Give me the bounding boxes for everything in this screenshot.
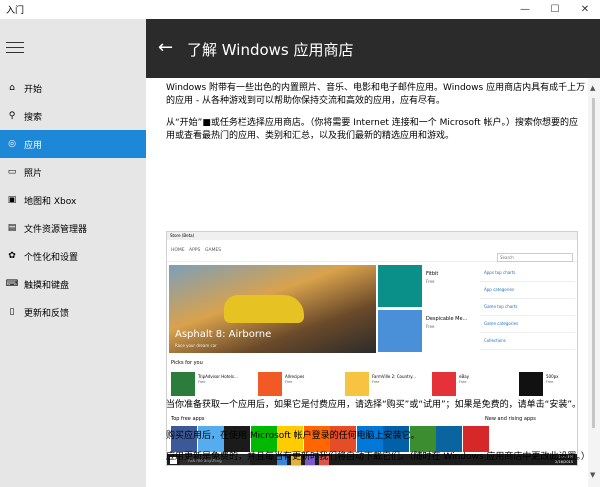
scrollbar-thumb[interactable] [592, 98, 595, 428]
app-thumbnail-icon [345, 372, 369, 396]
file-explorer-icon: ▤ [7, 223, 17, 233]
store-side-links: Apps top charts App categories Game top ch… [480, 265, 575, 353]
pick-app-card: FarmVille 2: Country... Free [345, 372, 416, 398]
free-apps-title: Top free apps [171, 416, 205, 422]
article-content: Windows 附带有一些出色的内置照片、音乐、电影和电子邮件应用。Window… [146, 78, 600, 487]
race-car-image [224, 295, 304, 323]
updates-paragraph: 应用更新是免费的，并且每当有更新时我们将自动下载它们。（随时在 Windows … [166, 452, 590, 462]
store-paragraph: 从“开始”■或任务栏选择应用商店。（你将需要 Internet 连接和一个 Mi… [166, 118, 578, 141]
apps-icon: ◎ [8, 139, 16, 149]
palette-icon: ✿ [8, 251, 16, 261]
pick-app-name: Allrecipes [285, 374, 305, 379]
scroll-up-icon[interactable]: ▲ [590, 84, 595, 92]
minimize-button[interactable]: — [510, 0, 540, 19]
back-arrow-icon[interactable]: ← [158, 37, 173, 58]
maximize-button[interactable]: ☐ [540, 0, 570, 19]
tile-price: Free [426, 324, 435, 329]
app-thumbnail-icon [171, 372, 195, 396]
pick-app-price: Free [198, 380, 206, 384]
pick-app-card: eBay Free [432, 372, 492, 398]
keyboard-icon: ⌨ [5, 279, 19, 289]
sidebar-item-3[interactable]: ▭ 照片 [0, 158, 146, 186]
pick-app-card: Allrecipes Free [258, 372, 318, 398]
sidebar-item-label: 搜索 [24, 112, 43, 123]
minion-icon [378, 310, 422, 352]
window-title: 入门 [6, 6, 25, 16]
page-title: 了解 Windows 应用商店 [187, 41, 354, 59]
sidebar: ⌂ 开始 ⚲ 搜索 ◎ 应用 ▭ 照片 ▣ 地图和 Xbox ▤ 文件资源管理器 ✿ 个性化和设置 ⌨ 触摸和… [0, 19, 146, 487]
store-hero-banner: Asphalt 8: Airborne Race your dream car [169, 265, 376, 353]
pick-app-price: Free [546, 380, 554, 384]
search-icon: ⚲ [8, 111, 16, 121]
fitbit-icon [378, 265, 422, 307]
sidebar-item-label: 照片 [24, 168, 43, 179]
photos-icon: ▭ [7, 167, 17, 177]
scroll-down-icon[interactable]: ▼ [590, 471, 595, 479]
sidebar-item-label: 地图和 Xbox [24, 196, 77, 207]
pick-app-name: eBay [459, 374, 470, 379]
pick-app-name: 500px [546, 374, 559, 379]
sidebar-item-0[interactable]: ⌂ 开始 [0, 74, 146, 102]
store-tile-fitbit: Fitbit Free [378, 265, 473, 307]
hero-subtitle: Race your dream car [175, 343, 217, 348]
store-search-box: Search [497, 253, 573, 262]
home-icon: ⌂ [9, 83, 15, 93]
tile-name: Fitbit [426, 271, 439, 277]
vertical-scrollbar[interactable]: ▲ ▼ [588, 78, 600, 487]
install-paragraph: 当你准备获取一个应用后，如果它是付费应用，请选择“购买”或“试用”；如果是免费的… [166, 400, 581, 410]
store-tile-despicable: Despicable Me... Free [378, 310, 473, 352]
sidebar-item-4[interactable]: ▣ 地图和 Xbox [0, 186, 146, 214]
sidebar-item-2[interactable]: ◎ 应用 [0, 130, 146, 158]
intro-paragraph: Windows 附带有一些出色的内置照片、音乐、电影和电子邮件应用。Window… [166, 83, 586, 106]
maps-xbox-icon: ▣ [7, 195, 17, 205]
sidebar-item-8[interactable]: ▯ 更新和反馈 [0, 298, 146, 326]
pick-app-card: TripAdvisor Hotels... Free [171, 372, 238, 398]
pick-app-card: 500px Free [519, 372, 577, 398]
sidebar-item-label: 开始 [24, 84, 43, 95]
sidebar-item-6[interactable]: ✿ 个性化和设置 [0, 242, 146, 270]
pick-app-price: Free [459, 380, 467, 384]
store-tab-apps: APPS [189, 248, 201, 253]
store-window-title: Store (Beta) [167, 232, 577, 240]
sidebar-item-7[interactable]: ⌨ 触摸和键盘 [0, 270, 146, 298]
title-bar: 入门 — ☐ ✕ [0, 0, 600, 19]
pick-app-name: FarmVille 2: Country... [372, 374, 416, 379]
sidebar-item-label: 触摸和键盘 [24, 280, 70, 291]
hamburger-menu-icon[interactable] [6, 42, 24, 54]
page-header: ← 了解 Windows 应用商店 [146, 19, 600, 78]
sidebar-item-label: 个性化和设置 [24, 252, 79, 263]
feedback-icon: ▯ [9, 307, 15, 317]
picks-title: Picks for you [171, 360, 203, 366]
close-button[interactable]: ✕ [570, 0, 600, 19]
tile-name: Despicable Me... [426, 316, 468, 322]
store-side-link: Apps top charts [480, 267, 575, 282]
store-side-link: Game top charts [480, 301, 575, 316]
store-tab-home: HOME [171, 248, 185, 253]
store-side-link: App categories [480, 284, 575, 299]
purchase-paragraph: 购买应用后，在使用 Microsoft 帐户登录的任何电脑上安装它。 [166, 431, 420, 441]
sidebar-item-label: 文件资源管理器 [24, 224, 88, 235]
pick-app-name: TripAdvisor Hotels... [198, 374, 238, 379]
store-tab-games: GAMES [205, 248, 222, 253]
sidebar-item-5[interactable]: ▤ 文件资源管理器 [0, 214, 146, 242]
store-side-link: Game categories [480, 318, 575, 333]
pick-app-price: Free [285, 380, 293, 384]
app-thumbnail-icon [432, 372, 456, 396]
app-thumbnail-icon [258, 372, 282, 396]
store-tabs: HOME APPS GAMES Search [167, 240, 577, 262]
tile-price: Free [426, 279, 435, 284]
hero-title: Asphalt 8: Airborne [175, 329, 272, 340]
sidebar-item-label: 应用 [24, 140, 43, 151]
sidebar-item-1[interactable]: ⚲ 搜索 [0, 102, 146, 130]
pick-app-price: Free [372, 380, 380, 384]
store-side-link: Collections [480, 335, 575, 350]
new-apps-title: New and rising apps [485, 416, 536, 422]
sidebar-item-label: 更新和反馈 [24, 308, 70, 319]
app-thumbnail-icon [519, 372, 543, 396]
